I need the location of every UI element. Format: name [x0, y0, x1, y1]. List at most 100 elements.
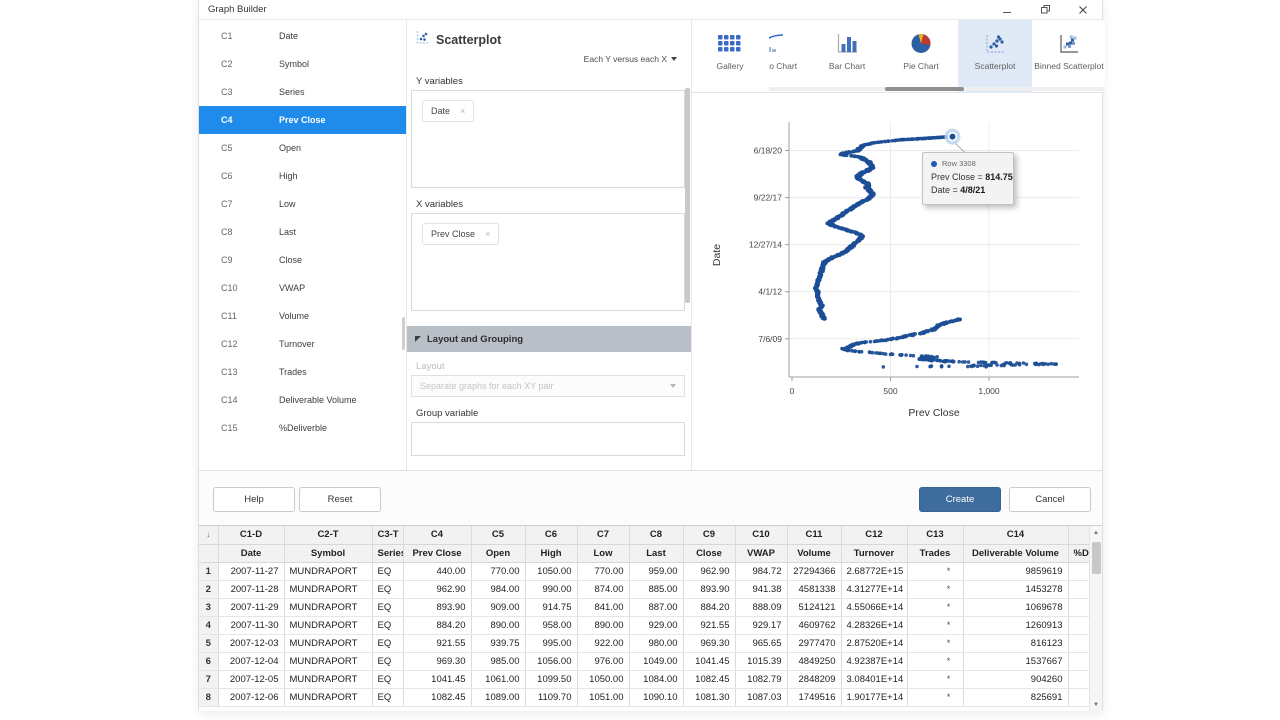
- table-cell[interactable]: 2007-12-06: [218, 688, 284, 706]
- table-cell[interactable]: EQ: [372, 688, 403, 706]
- column-name-header[interactable]: Symbol: [284, 544, 372, 562]
- table-cell[interactable]: *: [907, 670, 963, 688]
- column-id-header[interactable]: C7: [577, 526, 629, 544]
- column-id-header[interactable]: C6: [525, 526, 577, 544]
- table-cell[interactable]: 1056.00: [525, 652, 577, 670]
- y-variable-chip[interactable]: Date×: [422, 100, 474, 122]
- table-cell[interactable]: 816123: [963, 634, 1068, 652]
- table-cell[interactable]: 4581338: [787, 580, 841, 598]
- scroll-down-icon[interactable]: ▼: [1090, 698, 1102, 711]
- gallery-scrollbar[interactable]: [769, 87, 1105, 91]
- column-id-header[interactable]: C12: [841, 526, 907, 544]
- column-name-header[interactable]: Last: [629, 544, 683, 562]
- column-item-c4[interactable]: C4Prev Close: [199, 106, 406, 134]
- table-cell[interactable]: 4.92387E+14: [841, 652, 907, 670]
- column-id-header[interactable]: C9: [683, 526, 735, 544]
- x-variable-chip[interactable]: Prev Close×: [422, 223, 499, 245]
- table-cell[interactable]: 440.00: [403, 562, 471, 580]
- table-cell[interactable]: EQ: [372, 670, 403, 688]
- column-id-header[interactable]: C8: [629, 526, 683, 544]
- column-id-header[interactable]: C10: [735, 526, 787, 544]
- gallery-tile-gallery[interactable]: Gallery: [693, 20, 767, 93]
- table-cell[interactable]: 980.00: [629, 634, 683, 652]
- table-cell[interactable]: 1069678: [963, 598, 1068, 616]
- row-number[interactable]: 4: [199, 616, 218, 634]
- table-cell[interactable]: 884.20: [403, 616, 471, 634]
- plot-mode-dropdown[interactable]: Each Y versus each X: [584, 54, 677, 64]
- column-name-header[interactable]: Prev Close: [403, 544, 471, 562]
- table-cell[interactable]: 885.00: [629, 580, 683, 598]
- table-cell[interactable]: MUNDRAPORT: [284, 670, 372, 688]
- column-name-header[interactable]: Close: [683, 544, 735, 562]
- table-cell[interactable]: 904260: [963, 670, 1068, 688]
- table-cell[interactable]: MUNDRAPORT: [284, 634, 372, 652]
- help-button[interactable]: Help: [213, 487, 295, 512]
- table-cell[interactable]: 929.00: [629, 616, 683, 634]
- table-cell[interactable]: 884.20: [683, 598, 735, 616]
- table-cell[interactable]: 1050.00: [577, 670, 629, 688]
- table-cell[interactable]: [1068, 562, 1091, 580]
- column-id-header[interactable]: C5: [471, 526, 525, 544]
- table-cell[interactable]: 770.00: [471, 562, 525, 580]
- table-cell[interactable]: [1068, 670, 1091, 688]
- table-cell[interactable]: 890.00: [471, 616, 525, 634]
- table-cell[interactable]: EQ: [372, 652, 403, 670]
- row-number[interactable]: 2: [199, 580, 218, 598]
- table-cell[interactable]: 1041.45: [683, 652, 735, 670]
- table-cell[interactable]: 2007-11-30: [218, 616, 284, 634]
- table-cell[interactable]: 1082.79: [735, 670, 787, 688]
- table-cell[interactable]: [1068, 616, 1091, 634]
- column-name-header[interactable]: Volume: [787, 544, 841, 562]
- table-cell[interactable]: 3.08401E+14: [841, 670, 907, 688]
- table-cell[interactable]: 1015.39: [735, 652, 787, 670]
- table-cell[interactable]: 914.75: [525, 598, 577, 616]
- gallery-tile-bar-chart[interactable]: Bar Chart: [810, 20, 884, 93]
- column-name-header[interactable]: Trades: [907, 544, 963, 562]
- y-variables-well[interactable]: Date×: [411, 90, 685, 188]
- table-cell[interactable]: 2.87520E+14: [841, 634, 907, 652]
- column-name-header[interactable]: Deliverable Volume: [963, 544, 1068, 562]
- table-cell[interactable]: 9859619: [963, 562, 1068, 580]
- table-cell[interactable]: 1087.03: [735, 688, 787, 706]
- table-cell[interactable]: [1068, 598, 1091, 616]
- table-cell[interactable]: 4.31277E+14: [841, 580, 907, 598]
- column-item-c3[interactable]: C3Series: [199, 78, 406, 106]
- table-cell[interactable]: 887.00: [629, 598, 683, 616]
- row-number[interactable]: 1: [199, 562, 218, 580]
- table-cell[interactable]: 2848209: [787, 670, 841, 688]
- column-id-header[interactable]: C4: [403, 526, 471, 544]
- table-cell[interactable]: [1068, 688, 1091, 706]
- table-cell[interactable]: 1049.00: [629, 652, 683, 670]
- gallery-scrollbar-thumb[interactable]: [885, 87, 964, 91]
- table-cell[interactable]: 965.65: [735, 634, 787, 652]
- column-name-header[interactable]: Date: [218, 544, 284, 562]
- column-item-c13[interactable]: C13Trades: [199, 358, 406, 386]
- column-item-c7[interactable]: C7Low: [199, 190, 406, 218]
- table-cell[interactable]: 888.09: [735, 598, 787, 616]
- table-cell[interactable]: 2007-12-05: [218, 670, 284, 688]
- table-cell[interactable]: 770.00: [577, 562, 629, 580]
- table-cell[interactable]: 969.30: [403, 652, 471, 670]
- table-cell[interactable]: 893.90: [403, 598, 471, 616]
- column-id-header[interactable]: C13: [907, 526, 963, 544]
- table-cell[interactable]: 893.90: [683, 580, 735, 598]
- table-cell[interactable]: 2977470: [787, 634, 841, 652]
- layout-select[interactable]: Separate graphs for each XY pair: [411, 375, 685, 397]
- column-item-c9[interactable]: C9Close: [199, 246, 406, 274]
- column-item-c14[interactable]: C14Deliverable Volume: [199, 386, 406, 414]
- table-cell[interactable]: 1051.00: [577, 688, 629, 706]
- remove-icon[interactable]: ×: [460, 106, 465, 116]
- table-scrollbar-thumb[interactable]: [1092, 542, 1101, 574]
- table-cell[interactable]: 1749516: [787, 688, 841, 706]
- row-number[interactable]: 8: [199, 688, 218, 706]
- column-name-header[interactable]: Turnover: [841, 544, 907, 562]
- row-number[interactable]: 7: [199, 670, 218, 688]
- column-item-c12[interactable]: C12Turnover: [199, 330, 406, 358]
- column-id-header[interactable]: C11: [787, 526, 841, 544]
- table-cell[interactable]: *: [907, 634, 963, 652]
- column-name-header[interactable]: Low: [577, 544, 629, 562]
- table-cell[interactable]: 4849250: [787, 652, 841, 670]
- column-name-header[interactable]: %Deliverble: [1068, 544, 1091, 562]
- table-cell[interactable]: 1041.45: [403, 670, 471, 688]
- table-cell[interactable]: [1068, 580, 1091, 598]
